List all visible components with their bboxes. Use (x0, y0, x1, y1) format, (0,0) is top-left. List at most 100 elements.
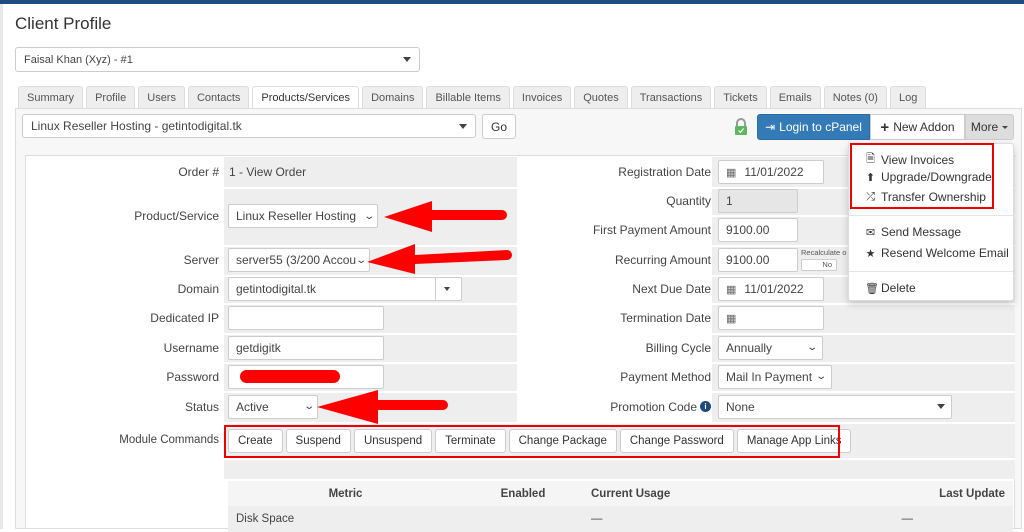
calendar-icon: ▦ (726, 166, 737, 179)
tab-profile[interactable]: Profile (86, 86, 136, 108)
tab-users[interactable]: Users (138, 86, 185, 108)
login-cpanel-label: Login to cPanel (779, 120, 862, 134)
tab-contacts[interactable]: Contacts (187, 86, 250, 108)
tab-products-services[interactable]: Products/Services (252, 86, 360, 109)
row-divider (224, 458, 1015, 460)
order-label: Order # (178, 165, 219, 179)
label-text: Registration Date (618, 165, 711, 179)
menu-item-label: Transfer Ownership (881, 190, 986, 204)
trash-icon: 🗑 (865, 282, 879, 295)
domain-value: getintodigital.tk (236, 282, 317, 296)
metrics-table: Metric Enabled Current Usage Last Update Di… (228, 481, 1013, 532)
dedicated-ip-field[interactable] (228, 306, 384, 330)
info-icon[interactable]: i (700, 401, 711, 412)
go-button[interactable]: Go (482, 114, 516, 139)
tab-notes-0-[interactable]: Notes (0) (823, 86, 887, 108)
label-text: Recurring Amount (614, 253, 711, 267)
login-cpanel-button[interactable]: ⇥ Login to cPanel (757, 114, 870, 140)
tab-domains[interactable]: Domains (362, 86, 424, 108)
username-value: getdigitk (236, 340, 281, 355)
column-header: Last Update (939, 487, 1005, 500)
change-package-button[interactable]: Change Package (508, 429, 617, 453)
domain-dropdown-toggle[interactable] (435, 278, 457, 300)
first-payment-label: First Payment Amount (517, 215, 711, 245)
sidebar-edge (0, 4, 3, 529)
recurring-label: Recurring Amount (517, 245, 711, 275)
shuffle-icon: ⤮ (866, 190, 875, 203)
tab-log[interactable]: Log (889, 86, 927, 108)
menu-item-upgrade-downgrade[interactable]: ⬆ Upgrade/Downgrade (865, 170, 992, 184)
chevron-down-icon: ⌄ (362, 210, 375, 222)
promo-field[interactable]: None (718, 394, 952, 419)
menu-item-view-invoices[interactable]: 🗎 View Invoices (865, 150, 954, 169)
reg-date-field[interactable]: ▦ 11/01/2022 (718, 160, 824, 184)
payment-method-label: Payment Method (517, 362, 711, 391)
plus-icon: + (880, 118, 890, 136)
change-password-button[interactable]: Change Password (619, 429, 734, 453)
recurring-field[interactable]: 9100.00 (718, 248, 798, 272)
label-text: Next Due Date (632, 282, 711, 296)
column-header: Current Usage (591, 487, 671, 500)
terminate-button[interactable]: Terminate (435, 429, 506, 453)
tab-emails[interactable]: Emails (769, 86, 821, 108)
client-select[interactable]: Faisal Khan (Xyz) - #1 (15, 47, 420, 72)
label-text: Billing Cycle (645, 340, 711, 355)
first-payment-field[interactable]: 9100.00 (718, 218, 798, 242)
termination-field[interactable]: ▦ (718, 306, 824, 330)
next_due-value: 11/01/2022 (744, 282, 804, 296)
product-field[interactable]: Linux Reseller Hosting ⌄ (228, 204, 378, 228)
redaction-mark (240, 370, 340, 383)
manage-app-links-button[interactable]: Manage App Links (736, 429, 852, 453)
new-addon-button[interactable]: + New Addon (870, 114, 965, 140)
menu-item-delete[interactable]: 🗑 Delete (865, 281, 916, 295)
reg_date-value: 11/01/2022 (744, 165, 804, 179)
table-cell: — (901, 513, 914, 525)
promo-value: None (726, 399, 755, 414)
menu-item-send-message[interactable]: ✉ Send Message (865, 225, 961, 239)
next-due-label: Next Due Date (517, 275, 711, 303)
label-text: Payment Method (620, 369, 711, 384)
file-icon: 🗎 (866, 153, 875, 165)
menu-item-resend-welcome-email[interactable]: ★ Resend Welcome Email (865, 246, 1009, 260)
product-label: Product/Service (134, 209, 219, 223)
service-select[interactable]: Linux Reseller Hosting - getintodigital.… (22, 114, 476, 138)
label-text: Promotion Code (610, 399, 697, 414)
payment_method-value: Mail In Payment (726, 369, 813, 384)
tab-summary[interactable]: Summary (18, 86, 84, 108)
server-field[interactable]: server55 (3/200 Accou ⌄ (228, 248, 370, 272)
unsuspend-button[interactable]: Unsuspend (353, 429, 433, 453)
next-due-field[interactable]: ▦ 11/01/2022 (718, 277, 824, 301)
more-button[interactable]: More (965, 114, 1014, 140)
chevron-down-icon: ⌄ (814, 371, 827, 382)
status-label: Status (184, 399, 219, 414)
menu-item-label: Resend Welcome Email (881, 246, 1009, 260)
table-cell: — (591, 513, 603, 525)
reg-date-label: Registration Date (517, 157, 711, 187)
annotation-arrow (384, 201, 507, 232)
menu-divider (849, 271, 1013, 272)
recalculate-toggle[interactable]: No (801, 259, 837, 271)
tab-invoices[interactable]: Invoices (512, 86, 572, 108)
tab-transactions[interactable]: Transactions (630, 86, 712, 108)
menu-divider (849, 215, 1013, 216)
server-value: server55 (3/200 Accou (236, 253, 357, 267)
domain-field[interactable]: getintodigital.tk (228, 277, 462, 301)
service-select-value: Linux Reseller Hosting - getintodigital.… (31, 119, 242, 133)
menu-item-transfer-ownership[interactable]: ⤮ Transfer Ownership (865, 190, 986, 204)
tab-tickets[interactable]: Tickets (714, 86, 767, 108)
status-field[interactable]: Active ⌄ (228, 394, 318, 419)
tab-billable-items[interactable]: Billable Items (426, 86, 510, 108)
label-text: Termination Date (620, 311, 711, 325)
table-cell: Disk Space (236, 513, 295, 525)
envelope-icon: ✉ (865, 226, 876, 239)
payment-method-field[interactable]: Mail In Payment ⌄ (718, 364, 832, 389)
suspend-button[interactable]: Suspend (285, 429, 351, 453)
billing-cycle-field[interactable]: Annually ⌄ (718, 335, 823, 360)
tab-quotes[interactable]: Quotes (574, 86, 628, 108)
view-order-link[interactable]: 1 - View Order (229, 157, 306, 187)
domain-label: Domain (177, 282, 219, 296)
password-field[interactable] (228, 364, 384, 389)
caret-down-icon (459, 123, 467, 129)
username-field[interactable]: getdigitk (228, 335, 384, 360)
create-button[interactable]: Create (228, 429, 283, 453)
